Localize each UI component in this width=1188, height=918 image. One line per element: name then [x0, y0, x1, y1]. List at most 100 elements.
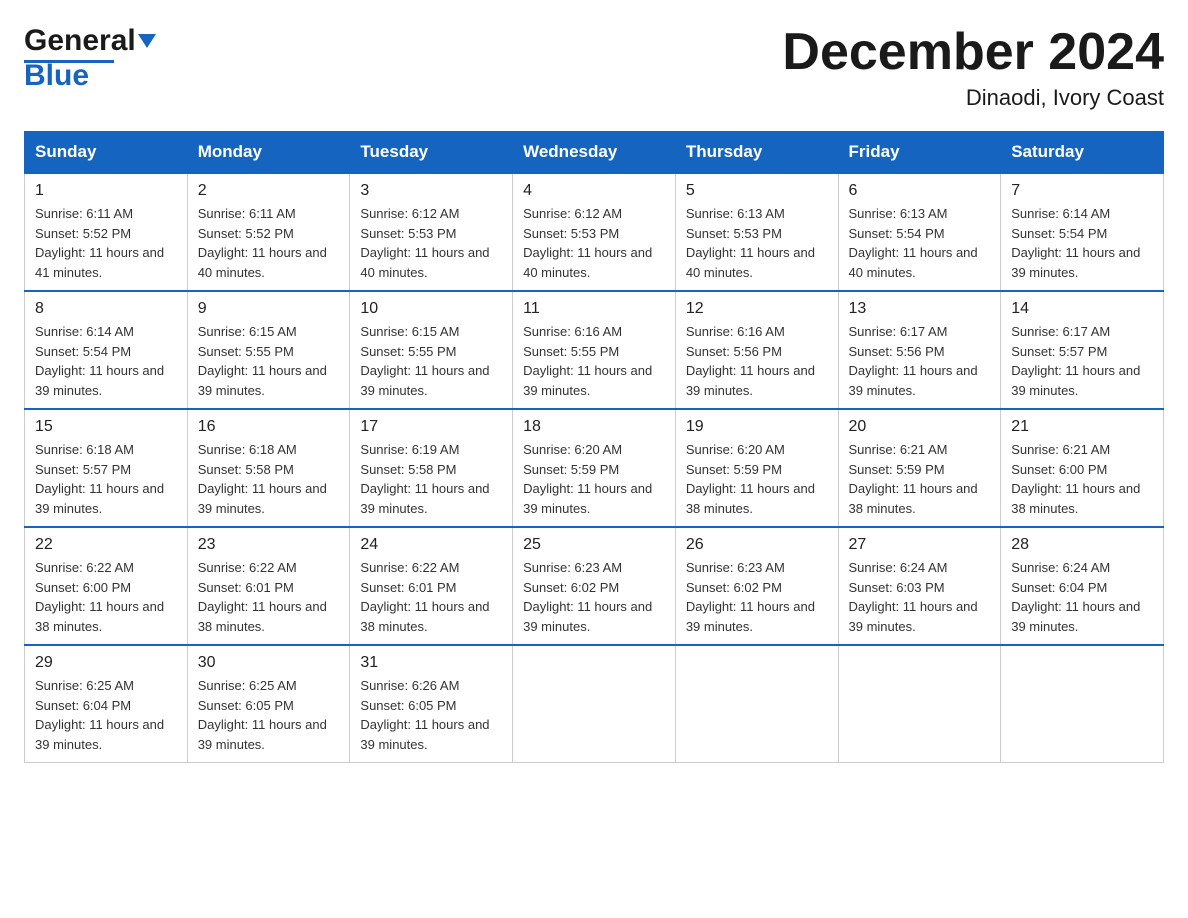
calendar-cell: 4 Sunrise: 6:12 AMSunset: 5:53 PMDaylight…: [513, 173, 676, 291]
calendar-cell: [675, 645, 838, 763]
calendar-cell: 31Sunrise: 6:26 AMSunset: 6:05 PMDayligh…: [350, 645, 513, 763]
calendar-cell: 18Sunrise: 6:20 AMSunset: 5:59 PMDayligh…: [513, 409, 676, 527]
calendar-cell: 13 Sunrise: 6:17 AMSunset: 5:56 PMDayligh…: [838, 291, 1001, 409]
calendar-week-4: 22 Sunrise: 6:22 AMSunset: 6:00 PMDayligh…: [25, 527, 1164, 645]
calendar-table: SundayMondayTuesdayWednesdayThursdayFrid…: [24, 131, 1164, 763]
day-info: Sunrise: 6:14 AMSunset: 5:54 PMDaylight:…: [35, 322, 177, 400]
day-info: Sunrise: 6:22 AMSunset: 6:00 PMDaylight:…: [35, 558, 177, 636]
calendar-week-2: 8 Sunrise: 6:14 AMSunset: 5:54 PMDaylight…: [25, 291, 1164, 409]
calendar-cell: 30 Sunrise: 6:25 AMSunset: 6:05 PMDayligh…: [187, 645, 350, 763]
calendar-cell: 17 Sunrise: 6:19 AMSunset: 5:58 PMDayligh…: [350, 409, 513, 527]
calendar-cell: 5 Sunrise: 6:13 AMSunset: 5:53 PMDaylight…: [675, 173, 838, 291]
day-number: 10: [360, 300, 502, 318]
day-number: 28: [1011, 536, 1153, 554]
calendar-cell: 1Sunrise: 6:11 AMSunset: 5:52 PMDaylight…: [25, 173, 188, 291]
calendar-cell: 2 Sunrise: 6:11 AMSunset: 5:52 PMDaylight…: [187, 173, 350, 291]
calendar-cell: [838, 645, 1001, 763]
calendar-week-1: 1 Sunrise: 6:11 AMSunset: 5:52 PMDaylight…: [25, 173, 1164, 291]
day-number: 7: [1011, 182, 1153, 200]
header-wednesday: Wednesday: [513, 132, 676, 174]
day-info: Sunrise: 6:14 AMSunset: 5:54 PMDaylight:…: [1011, 204, 1153, 282]
day-info: Sunrise: 6:21 AMSunset: 5:59 PMDaylight:…: [849, 440, 991, 518]
calendar-cell: 20Sunrise: 6:21 AMSunset: 5:59 PMDayligh…: [838, 409, 1001, 527]
calendar-cell: 16 Sunrise: 6:18 AMSunset: 5:58 PMDayligh…: [187, 409, 350, 527]
calendar-cell: 28 Sunrise: 6:24 AMSunset: 6:04 PMDayligh…: [1001, 527, 1164, 645]
day-info: Sunrise: 6:11 AMSunset: 5:52 PMDaylight:…: [198, 204, 340, 282]
calendar-cell: 19 Sunrise: 6:20 AMSunset: 5:59 PMDayligh…: [675, 409, 838, 527]
calendar-cell: 25Sunrise: 6:23 AMSunset: 6:02 PMDayligh…: [513, 527, 676, 645]
day-number: 17: [360, 418, 502, 436]
day-info: Sunrise: 6:17 AMSunset: 5:56 PMDaylight:…: [849, 322, 991, 400]
day-number: 21: [1011, 418, 1153, 436]
day-info: Sunrise: 6:26 AMSunset: 6:05 PMDaylight:…: [360, 676, 502, 754]
day-number: 16: [198, 418, 340, 436]
page-header: General Blue December 2024 Dinaodi, Ivor…: [24, 24, 1164, 111]
day-number: 15: [35, 418, 177, 436]
logo-general: General: [24, 24, 136, 58]
day-number: 25: [523, 536, 665, 554]
day-number: 3: [360, 182, 502, 200]
day-info: Sunrise: 6:19 AMSunset: 5:58 PMDaylight:…: [360, 440, 502, 518]
day-info: Sunrise: 6:23 AMSunset: 6:02 PMDaylight:…: [686, 558, 828, 636]
day-info: Sunrise: 6:16 AMSunset: 5:56 PMDaylight:…: [686, 322, 828, 400]
day-number: 23: [198, 536, 340, 554]
calendar-header-row: SundayMondayTuesdayWednesdayThursdayFrid…: [25, 132, 1164, 174]
calendar-cell: 23 Sunrise: 6:22 AMSunset: 6:01 PMDayligh…: [187, 527, 350, 645]
calendar-cell: 26 Sunrise: 6:23 AMSunset: 6:02 PMDayligh…: [675, 527, 838, 645]
calendar-cell: 15Sunrise: 6:18 AMSunset: 5:57 PMDayligh…: [25, 409, 188, 527]
day-number: 30: [198, 654, 340, 672]
day-number: 8: [35, 300, 177, 318]
day-info: Sunrise: 6:16 AMSunset: 5:55 PMDaylight:…: [523, 322, 665, 400]
calendar-cell: 9 Sunrise: 6:15 AMSunset: 5:55 PMDaylight…: [187, 291, 350, 409]
day-number: 19: [686, 418, 828, 436]
day-number: 22: [35, 536, 177, 554]
day-number: 1: [35, 182, 177, 200]
calendar-cell: 7 Sunrise: 6:14 AMSunset: 5:54 PMDaylight…: [1001, 173, 1164, 291]
day-info: Sunrise: 6:17 AMSunset: 5:57 PMDaylight:…: [1011, 322, 1153, 400]
day-info: Sunrise: 6:24 AMSunset: 6:03 PMDaylight:…: [849, 558, 991, 636]
header-tuesday: Tuesday: [350, 132, 513, 174]
calendar-cell: 21Sunrise: 6:21 AMSunset: 6:00 PMDayligh…: [1001, 409, 1164, 527]
day-number: 29: [35, 654, 177, 672]
location: Dinaodi, Ivory Coast: [782, 85, 1164, 111]
calendar-week-3: 15Sunrise: 6:18 AMSunset: 5:57 PMDayligh…: [25, 409, 1164, 527]
logo-blue: Blue: [24, 59, 89, 93]
calendar-cell: 27 Sunrise: 6:24 AMSunset: 6:03 PMDayligh…: [838, 527, 1001, 645]
calendar-cell: 3 Sunrise: 6:12 AMSunset: 5:53 PMDaylight…: [350, 173, 513, 291]
logo: General Blue: [24, 24, 156, 93]
calendar-cell: 12Sunrise: 6:16 AMSunset: 5:56 PMDayligh…: [675, 291, 838, 409]
day-number: 26: [686, 536, 828, 554]
day-number: 13: [849, 300, 991, 318]
day-number: 18: [523, 418, 665, 436]
title-section: December 2024 Dinaodi, Ivory Coast: [782, 24, 1164, 111]
header-saturday: Saturday: [1001, 132, 1164, 174]
day-info: Sunrise: 6:13 AMSunset: 5:53 PMDaylight:…: [686, 204, 828, 282]
calendar-week-5: 29 Sunrise: 6:25 AMSunset: 6:04 PMDayligh…: [25, 645, 1164, 763]
day-number: 4: [523, 182, 665, 200]
day-number: 5: [686, 182, 828, 200]
day-number: 11: [523, 300, 665, 318]
calendar-cell: 8 Sunrise: 6:14 AMSunset: 5:54 PMDaylight…: [25, 291, 188, 409]
day-number: 14: [1011, 300, 1153, 318]
day-info: Sunrise: 6:15 AMSunset: 5:55 PMDaylight:…: [360, 322, 502, 400]
day-info: Sunrise: 6:25 AMSunset: 6:04 PMDaylight:…: [35, 676, 177, 754]
calendar-cell: 14 Sunrise: 6:17 AMSunset: 5:57 PMDayligh…: [1001, 291, 1164, 409]
day-number: 9: [198, 300, 340, 318]
day-info: Sunrise: 6:22 AMSunset: 6:01 PMDaylight:…: [198, 558, 340, 636]
logo-triangle-icon: [138, 34, 156, 48]
day-info: Sunrise: 6:12 AMSunset: 5:53 PMDaylight:…: [523, 204, 665, 282]
calendar-cell: 6Sunrise: 6:13 AMSunset: 5:54 PMDaylight…: [838, 173, 1001, 291]
day-number: 27: [849, 536, 991, 554]
calendar-cell: 29 Sunrise: 6:25 AMSunset: 6:04 PMDayligh…: [25, 645, 188, 763]
day-info: Sunrise: 6:20 AMSunset: 5:59 PMDaylight:…: [686, 440, 828, 518]
calendar-cell: 22 Sunrise: 6:22 AMSunset: 6:00 PMDayligh…: [25, 527, 188, 645]
day-info: Sunrise: 6:24 AMSunset: 6:04 PMDaylight:…: [1011, 558, 1153, 636]
day-info: Sunrise: 6:22 AMSunset: 6:01 PMDaylight:…: [360, 558, 502, 636]
day-info: Sunrise: 6:25 AMSunset: 6:05 PMDaylight:…: [198, 676, 340, 754]
calendar-cell: 11 Sunrise: 6:16 AMSunset: 5:55 PMDayligh…: [513, 291, 676, 409]
day-info: Sunrise: 6:18 AMSunset: 5:58 PMDaylight:…: [198, 440, 340, 518]
day-number: 2: [198, 182, 340, 200]
day-info: Sunrise: 6:12 AMSunset: 5:53 PMDaylight:…: [360, 204, 502, 282]
calendar-cell: 10 Sunrise: 6:15 AMSunset: 5:55 PMDayligh…: [350, 291, 513, 409]
day-info: Sunrise: 6:15 AMSunset: 5:55 PMDaylight:…: [198, 322, 340, 400]
